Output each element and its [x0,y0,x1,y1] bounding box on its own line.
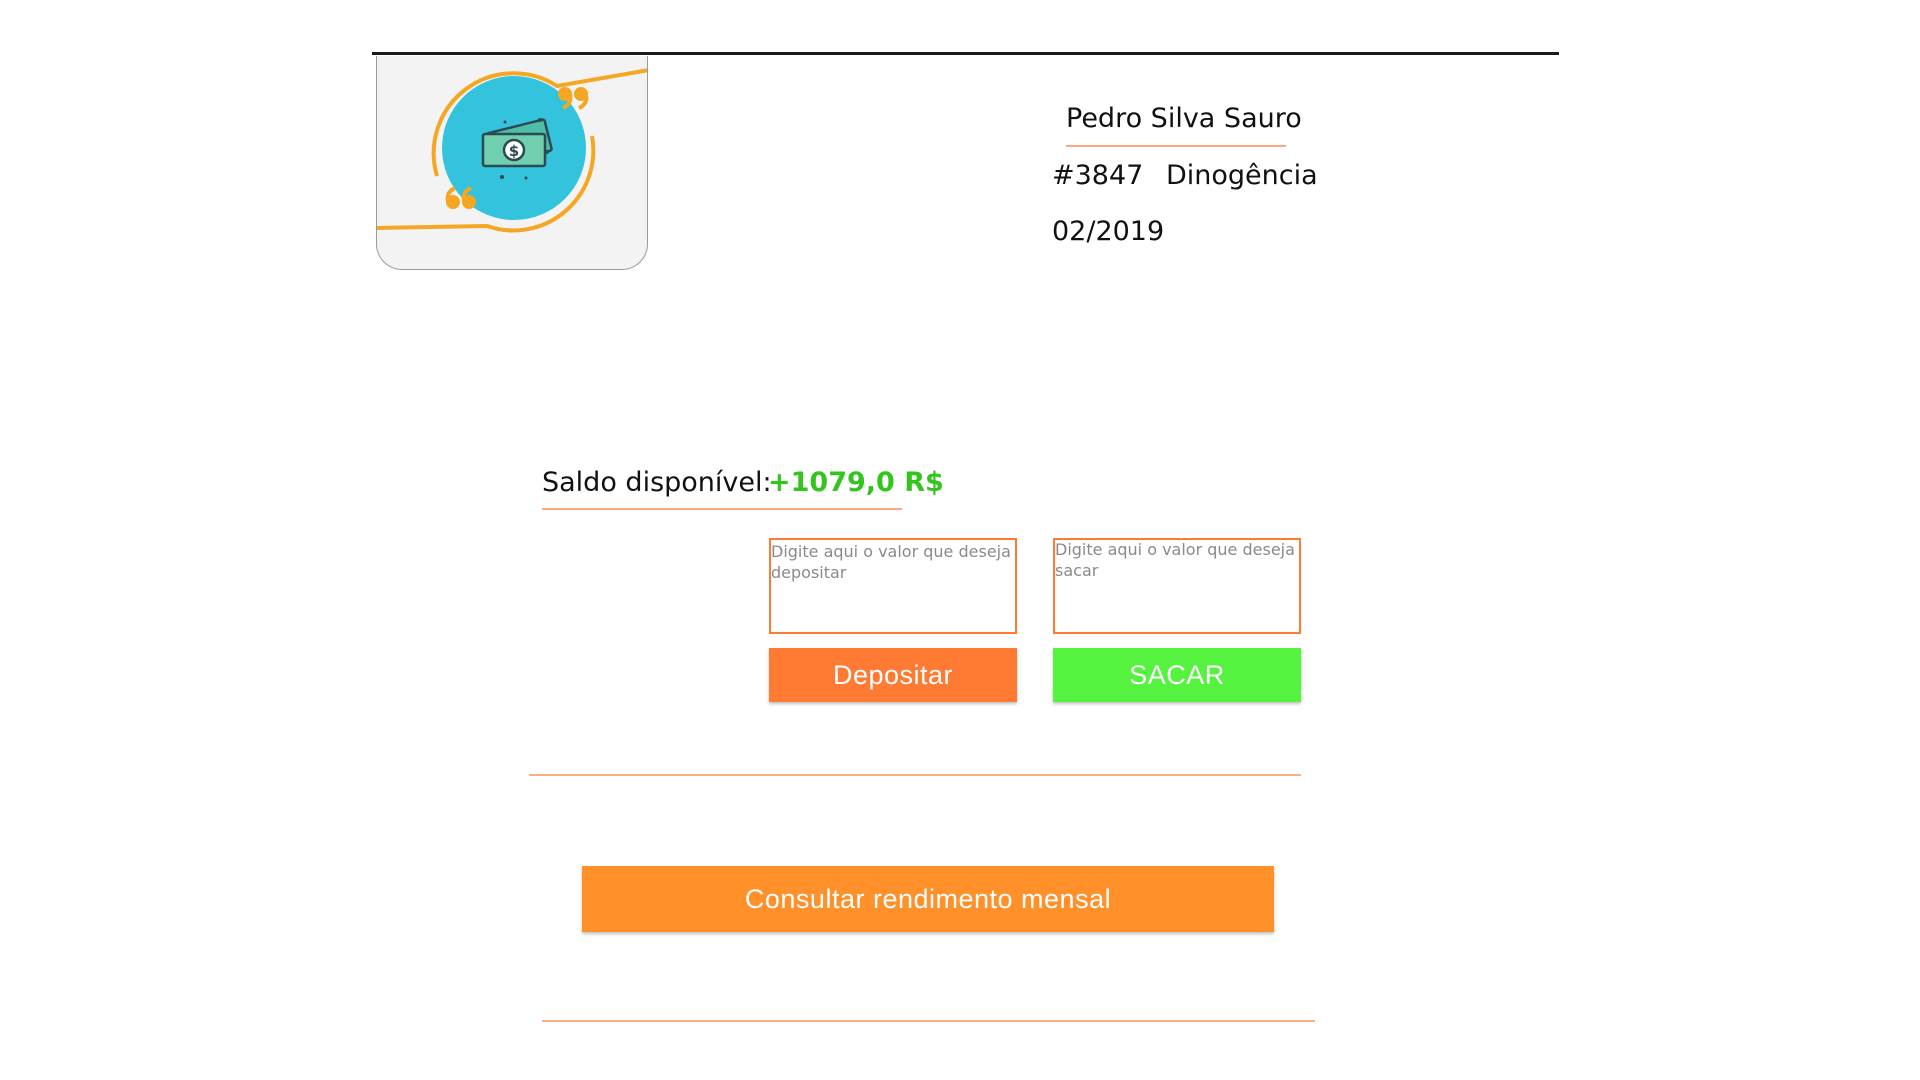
account-number: #3847 [1052,160,1144,191]
withdraw-button[interactable]: SACAR [1053,648,1301,702]
client-name: Pedro Silva Sauro [1066,103,1302,134]
bank-logo: $ [376,56,648,270]
balance-label: Saldo disponível: [542,467,772,498]
client-since-date: 02/2019 [1052,216,1165,247]
withdraw-amount-input[interactable] [1053,538,1301,634]
name-underline [1066,145,1286,147]
balance-value: +1079,0 R$ [768,467,944,498]
deposit-amount-input[interactable] [769,538,1017,634]
deposit-button[interactable]: Depositar [769,648,1017,702]
monthly-yield-button[interactable]: Consultar rendimento mensal [582,866,1274,932]
bottom-divider [542,1020,1315,1022]
agency-name: Dinogência [1166,160,1318,191]
account-page: $ Pedro Silva Sauro #3847 Dinogência 02/… [0,0,1920,1080]
svg-text:$: $ [509,142,519,160]
money-icon: $ [377,68,647,233]
balance-underline [542,508,902,510]
top-divider [372,52,1559,55]
section-divider [529,774,1301,776]
